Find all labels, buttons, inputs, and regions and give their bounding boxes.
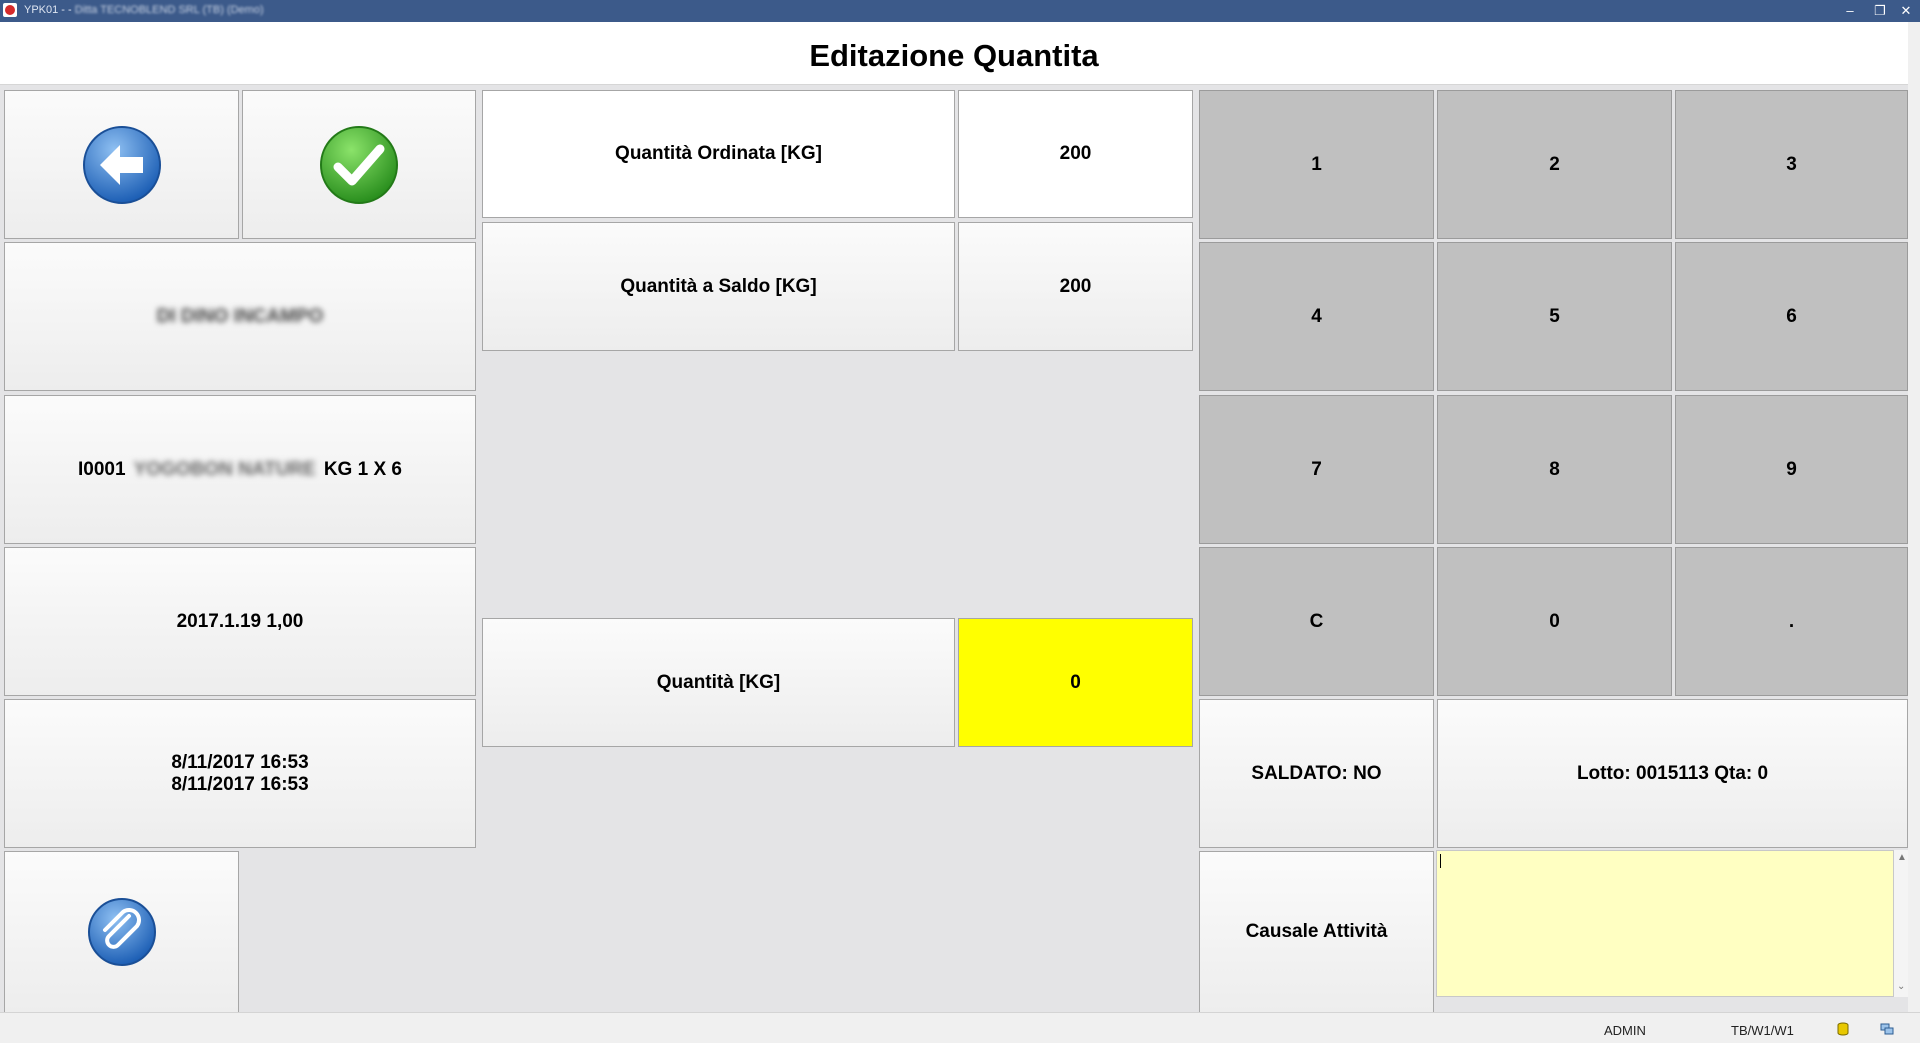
keypad-0[interactable]: 0 [1437, 547, 1672, 696]
keypad-9[interactable]: 9 [1675, 395, 1908, 544]
status-user: ADMIN [1604, 1023, 1646, 1038]
restore-button[interactable]: ❐ [1869, 2, 1891, 20]
article-code: I0001 [78, 458, 126, 480]
keypad-5[interactable]: 5 [1437, 242, 1672, 391]
keypad-7[interactable]: 7 [1199, 395, 1434, 544]
lot-info-text: 2017.1.19 1,00 [176, 610, 304, 632]
minimize-button[interactable]: – [1839, 2, 1861, 20]
qty-label: Quantità [KG] [482, 618, 955, 747]
keypad-4[interactable]: 4 [1199, 242, 1434, 391]
checkmark-icon [320, 125, 398, 204]
date-line-2: 8/11/2017 16:53 [171, 773, 309, 795]
causale-button[interactable]: Causale Attività [1199, 851, 1434, 1012]
scroll-down-icon[interactable]: ⌄ [1897, 981, 1905, 992]
vertical-scrollbar[interactable] [1908, 22, 1920, 1012]
status-path: TB/W1/W1 [1731, 1023, 1794, 1038]
keypad-3[interactable]: 3 [1675, 90, 1908, 239]
ordered-qty-label: Quantità Ordinata [KG] [482, 90, 955, 218]
date-line-1: 8/11/2017 16:53 [171, 751, 309, 773]
back-button[interactable] [4, 90, 239, 239]
customer-name: DI DINO INCAMPO [156, 305, 324, 327]
article-tile[interactable]: I0001 YOGOBON NATURE KG 1 X 6 [4, 395, 476, 544]
keypad-clear[interactable]: C [1199, 547, 1434, 696]
notes-scrollbar[interactable]: ▲ ⌄ [1894, 850, 1908, 997]
balance-qty-value: 200 [958, 222, 1193, 351]
qty-input[interactable]: 0 [958, 618, 1193, 747]
statusbar: ADMIN TB/W1/W1 [0, 1012, 1920, 1043]
text-caret [1440, 854, 1441, 868]
keypad-8[interactable]: 8 [1437, 395, 1672, 544]
database-icon [1837, 1022, 1849, 1036]
keypad-decimal[interactable]: . [1675, 547, 1908, 696]
back-arrow-icon [82, 125, 161, 204]
network-icon [1880, 1023, 1894, 1035]
paperclip-icon [87, 898, 156, 966]
lot-info-tile[interactable]: 2017.1.19 1,00 [4, 547, 476, 696]
keypad-1[interactable]: 1 [1199, 90, 1434, 239]
customer-tile[interactable]: DI DINO INCAMPO [4, 242, 476, 391]
date-tile[interactable]: 8/11/2017 16:53 8/11/2017 16:53 [4, 699, 476, 848]
window-title: YPK01 - - Ditta TECNOBLEND SRL (TB) (Dem… [24, 4, 264, 16]
lotto-button[interactable]: Lotto: 0015113 Qta: 0 [1437, 699, 1908, 848]
causale-textarea[interactable] [1436, 850, 1894, 997]
scroll-up-icon[interactable]: ▲ [1897, 852, 1907, 863]
article-description: YOGOBON NATURE [133, 458, 316, 480]
keypad-2[interactable]: 2 [1437, 90, 1672, 239]
ordered-qty-value: 200 [958, 90, 1193, 218]
keypad-6[interactable]: 6 [1675, 242, 1908, 391]
confirm-button[interactable] [242, 90, 476, 239]
window-titlebar: YPK01 - - Ditta TECNOBLEND SRL (TB) (Dem… [0, 0, 1920, 22]
saldato-button[interactable]: SALDATO: NO [1199, 699, 1434, 848]
balance-qty-label: Quantità a Saldo [KG] [482, 222, 955, 351]
attach-button[interactable] [4, 851, 239, 1012]
app-icon [3, 3, 17, 17]
page-title: Editazione Quantita [809, 38, 1099, 73]
close-button[interactable]: ✕ [1895, 2, 1917, 20]
article-pack: KG 1 X 6 [323, 458, 402, 480]
